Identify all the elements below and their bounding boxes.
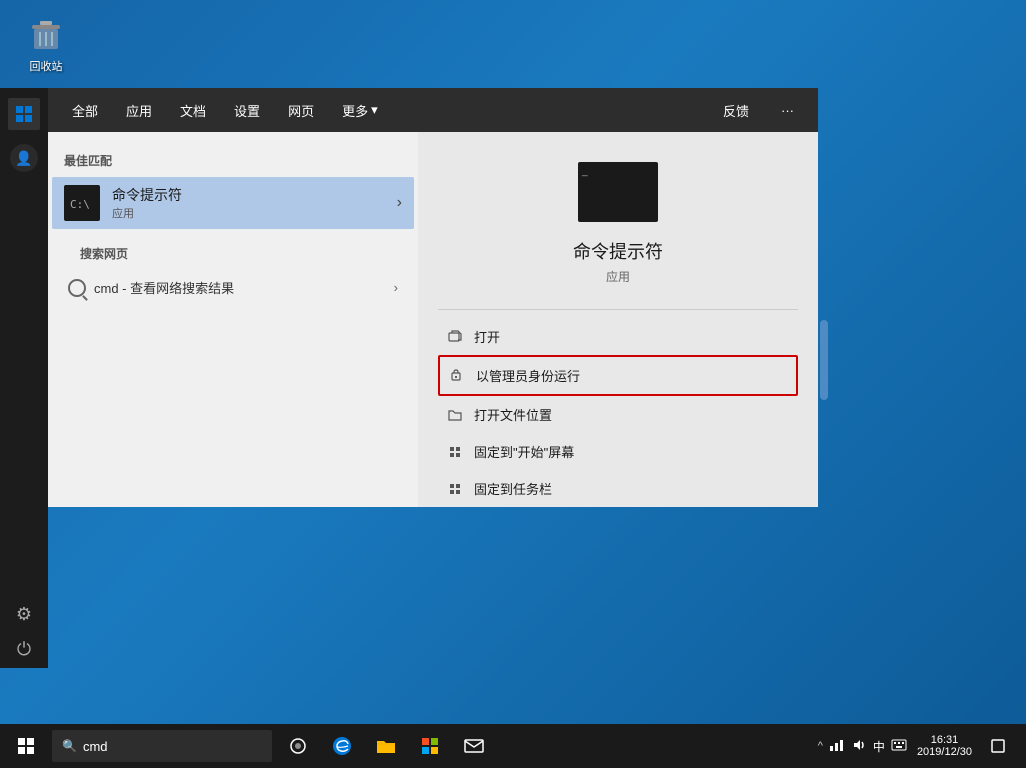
cmd-app-icon: C:\ xyxy=(64,185,100,221)
windows-icon xyxy=(18,738,34,754)
scroll-indicator xyxy=(820,320,828,400)
search-web-section: 搜索网页 cmd - 查看网络搜索结果 › xyxy=(48,229,418,305)
best-match-name: 命令提示符 xyxy=(112,185,389,205)
start-menu: 全部 应用 文档 设置 网页 更多 ▾ 反馈 ··· 最佳匹配 xyxy=(48,88,818,507)
action-open-label: 打开 xyxy=(474,327,500,346)
action-open-location[interactable]: 打开文件位置 xyxy=(438,396,798,433)
app-preview-name: 命令提示符 xyxy=(573,238,663,264)
action-location-label: 打开文件位置 xyxy=(474,405,552,424)
taskbar-search-input[interactable] xyxy=(83,739,243,754)
best-match-type: 应用 xyxy=(112,205,389,221)
action-pin-taskbar-label: 固定到任务栏 xyxy=(474,479,552,498)
chevron-down-icon: ▾ xyxy=(371,102,378,118)
clock-date: 2019/12/30 xyxy=(917,746,972,758)
search-web-arrow: › xyxy=(394,280,398,295)
nav-item-web[interactable]: 网页 xyxy=(276,95,326,126)
tray-icons: ^ 中 xyxy=(818,738,907,755)
search-web-text: cmd - 查看网络搜索结果 xyxy=(94,278,234,297)
desktop: 回收站 Micros-Edg- 此电 ⚡ xyxy=(0,0,1026,768)
action-list: 打开 以管理员身份运行 xyxy=(418,318,818,507)
action-pin-start[interactable]: 固定到"开始"屏幕 xyxy=(438,433,798,470)
pin-taskbar-icon xyxy=(446,480,464,498)
best-match-text: 命令提示符 应用 xyxy=(112,185,389,221)
search-web-icon xyxy=(68,279,86,297)
best-match-item[interactable]: C:\ 命令提示符 应用 › xyxy=(52,177,414,229)
start-content: 最佳匹配 C:\ 命令提示符 应用 › 搜索网页 xyxy=(48,132,818,507)
search-web-title: 搜索网页 xyxy=(64,241,402,270)
start-nav-bar: 全部 应用 文档 设置 网页 更多 ▾ 反馈 ··· xyxy=(48,88,818,132)
taskbar: 🔍 xyxy=(0,724,1026,768)
search-web-item[interactable]: cmd - 查看网络搜索结果 › xyxy=(64,270,402,305)
nav-item-more[interactable]: 更多 ▾ xyxy=(330,95,390,126)
right-panel: 命令提示符 应用 打开 xyxy=(418,132,818,507)
nav-right-actions: 反馈 ··· xyxy=(711,95,806,126)
nav-item-all[interactable]: 全部 xyxy=(60,95,110,126)
taskbar-search-bar[interactable]: 🔍 xyxy=(52,730,272,762)
best-match-title: 最佳匹配 xyxy=(48,148,418,177)
tray-keyboard[interactable] xyxy=(891,739,907,754)
more-options-button[interactable]: ··· xyxy=(769,97,806,124)
arrow-icon: › xyxy=(397,194,402,212)
open-icon xyxy=(446,328,464,346)
nav-item-settings[interactable]: 设置 xyxy=(222,95,272,126)
folder-icon xyxy=(446,406,464,424)
recycle-bin-icon xyxy=(26,14,66,54)
recycle-bin-label: 回收站 xyxy=(30,58,63,74)
system-clock[interactable]: 16:31 2019/12/30 xyxy=(911,734,978,758)
tray-expand[interactable]: ^ xyxy=(818,740,823,752)
start-button[interactable] xyxy=(4,724,48,768)
admin-icon xyxy=(448,367,466,385)
action-pin-start-label: 固定到"开始"屏幕 xyxy=(474,442,574,461)
feedback-button[interactable]: 反馈 xyxy=(711,95,761,126)
system-tray: ^ 中 xyxy=(818,724,1022,768)
divider xyxy=(438,309,798,310)
desktop-icon-recycle-bin[interactable]: 回收站 xyxy=(10,10,82,78)
pin-start-icon xyxy=(446,443,464,461)
taskbar-icon-store[interactable] xyxy=(408,724,452,768)
taskbar-icon-explorer[interactable] xyxy=(364,724,408,768)
action-open[interactable]: 打开 xyxy=(438,318,798,355)
clock-time: 16:31 xyxy=(931,734,959,746)
action-pin-taskbar[interactable]: 固定到任务栏 xyxy=(438,470,798,507)
left-panel: 最佳匹配 C:\ 命令提示符 应用 › 搜索网页 xyxy=(48,132,418,507)
tray-network[interactable] xyxy=(829,738,845,755)
left-sidebar-strip: 👤 ⚙ ⏻ xyxy=(0,88,48,668)
taskbar-icon-edge[interactable] xyxy=(320,724,364,768)
svg-text:C:\: C:\ xyxy=(70,198,90,211)
taskbar-icon-mail[interactable] xyxy=(452,724,496,768)
tray-lang[interactable]: 中 xyxy=(873,738,885,755)
tray-volume[interactable] xyxy=(851,738,867,755)
action-run-as-admin[interactable]: 以管理员身份运行 xyxy=(438,355,798,396)
app-preview-type: 应用 xyxy=(606,268,630,285)
notification-button[interactable] xyxy=(982,724,1014,768)
app-preview-icon xyxy=(578,162,658,222)
action-admin-label: 以管理员身份运行 xyxy=(476,366,580,385)
nav-item-apps[interactable]: 应用 xyxy=(114,95,164,126)
taskview-button[interactable] xyxy=(276,724,320,768)
nav-item-docs[interactable]: 文档 xyxy=(168,95,218,126)
taskbar-search-icon: 🔍 xyxy=(62,739,77,753)
